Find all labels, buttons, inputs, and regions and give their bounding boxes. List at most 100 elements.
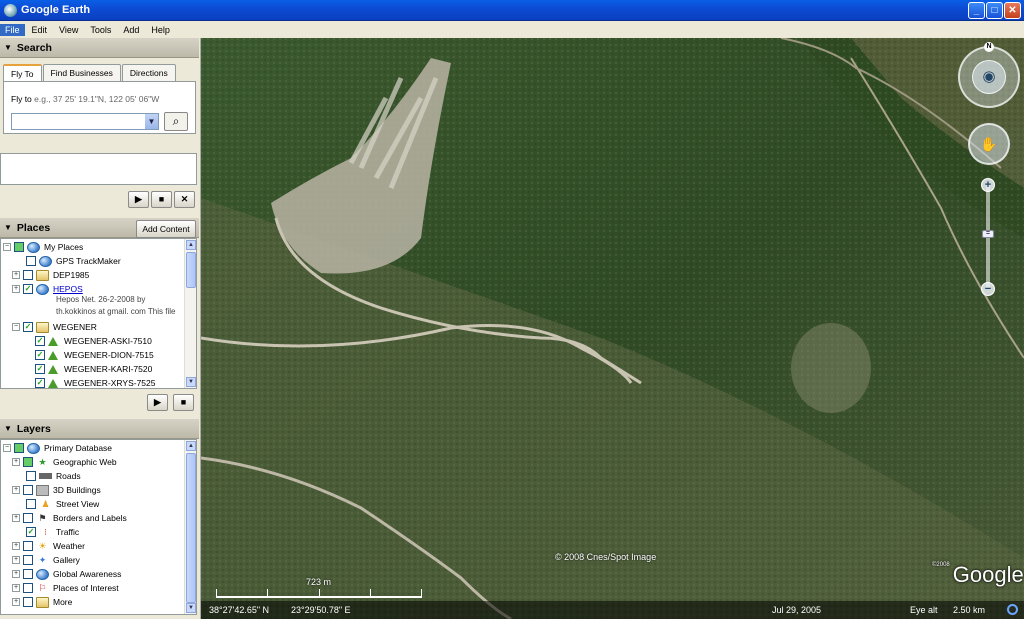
tree-item-gps-trackmaker[interactable]: GPS TrackMaker xyxy=(26,254,121,268)
layer-places-of-interest[interactable]: + ⚐ Places of Interest xyxy=(12,581,119,595)
checkbox[interactable] xyxy=(23,569,33,579)
tree-item-my-places[interactable]: − My Places xyxy=(3,240,83,254)
collapse-icon[interactable]: − xyxy=(12,323,20,331)
expand-icon[interactable]: + xyxy=(12,285,20,293)
checkbox[interactable] xyxy=(23,555,33,565)
expand-icon[interactable]: + xyxy=(12,458,20,466)
layer-borders-labels[interactable]: + ⚑ Borders and Labels xyxy=(12,511,127,525)
tree-item-wegener[interactable]: − ✓ WEGENER xyxy=(12,320,97,334)
layer-traffic[interactable]: ✓ ⁝ Traffic xyxy=(26,525,79,539)
layer-roads[interactable]: Roads xyxy=(26,469,81,483)
search-button[interactable]: ⌕ xyxy=(164,112,188,131)
clear-search-button[interactable]: ✕ xyxy=(174,191,195,208)
checkbox[interactable] xyxy=(14,443,24,453)
collapse-icon[interactable]: − xyxy=(3,243,11,251)
expand-icon[interactable]: + xyxy=(12,598,20,606)
checkbox[interactable]: ✓ xyxy=(35,378,45,388)
expand-icon[interactable]: + xyxy=(12,271,20,279)
checkbox[interactable] xyxy=(23,597,33,607)
add-content-button[interactable]: Add Content xyxy=(136,220,196,238)
dropdown-arrow-icon[interactable]: ▼ xyxy=(145,114,158,129)
layer-more[interactable]: + More xyxy=(12,595,72,609)
checkbox[interactable] xyxy=(23,485,33,495)
layer-global-awareness[interactable]: + Global Awareness xyxy=(12,567,121,581)
look-around-eye-icon[interactable]: ◉ xyxy=(972,60,1006,94)
checkbox[interactable] xyxy=(23,457,33,467)
close-button[interactable]: ✕ xyxy=(1004,2,1021,19)
layer-weather[interactable]: + ☀ Weather xyxy=(12,539,85,553)
menu-view[interactable]: View xyxy=(54,24,83,36)
expand-icon[interactable]: + xyxy=(12,556,20,564)
checkbox[interactable]: ✓ xyxy=(23,322,33,332)
checkbox[interactable]: ✓ xyxy=(26,527,36,537)
tree-item-wegener-aski[interactable]: ✓ WEGENER-ASKI-7510 xyxy=(35,334,152,348)
scroll-up-icon[interactable]: ▲ xyxy=(186,441,196,451)
menu-help[interactable]: Help xyxy=(146,24,175,36)
places-play-button[interactable]: ▶ xyxy=(147,394,168,411)
checkbox[interactable] xyxy=(26,471,36,481)
tree-item-hepos[interactable]: + ✓ HEPOS xyxy=(12,282,83,296)
layer-street-view[interactable]: ♟ Street View xyxy=(26,497,99,511)
tree-item-wegener-dion[interactable]: ✓ WEGENER-DION-7515 xyxy=(35,348,154,362)
layers-panel-header[interactable]: ▼ Layers xyxy=(0,419,199,439)
places-scrollbar[interactable]: ▲ ▼ xyxy=(184,239,196,388)
scroll-up-icon[interactable]: ▲ xyxy=(186,240,196,250)
checkbox[interactable] xyxy=(14,242,24,252)
scroll-down-icon[interactable]: ▼ xyxy=(186,377,196,387)
compass-north-icon[interactable]: N xyxy=(984,42,994,52)
scroll-thumb[interactable] xyxy=(186,252,196,288)
expand-icon[interactable]: + xyxy=(12,570,20,578)
tree-item-dep1985[interactable]: + DEP1985 xyxy=(12,268,89,282)
maximize-button[interactable]: □ xyxy=(986,2,1003,19)
layer-geographic-web[interactable]: + ★ Geographic Web xyxy=(12,455,117,469)
collapse-icon[interactable]: − xyxy=(3,444,11,452)
map-view[interactable]: N ◉ ✋ + = − © 2008 Cnes/Spot Image ©2008… xyxy=(201,38,1024,619)
scroll-thumb[interactable] xyxy=(186,453,196,603)
checkbox[interactable] xyxy=(23,270,33,280)
fly-to-text: Fly to xyxy=(11,94,32,104)
search-panel-header[interactable]: ▼ Search xyxy=(0,38,199,58)
checkbox[interactable] xyxy=(26,256,36,266)
tree-item-link[interactable]: HEPOS xyxy=(53,284,83,294)
expand-icon[interactable]: + xyxy=(12,514,20,522)
play-tour-button[interactable]: ▶ xyxy=(128,191,149,208)
checkbox[interactable] xyxy=(23,583,33,593)
menu-tools[interactable]: Tools xyxy=(85,24,116,36)
layer-primary-database[interactable]: − Primary Database xyxy=(3,441,112,455)
tree-item-wegener-kari[interactable]: ✓ WEGENER-KARI-7520 xyxy=(35,362,152,376)
expand-icon[interactable]: + xyxy=(12,486,20,494)
zoom-slider[interactable]: + = − xyxy=(981,178,995,296)
checkbox[interactable] xyxy=(26,499,36,509)
expand-icon[interactable]: + xyxy=(12,542,20,550)
zoom-out-icon[interactable]: − xyxy=(981,282,995,296)
satellite-imagery[interactable] xyxy=(201,38,1024,619)
checkbox[interactable]: ✓ xyxy=(35,364,45,374)
collapse-triangle-icon[interactable]: ▼ xyxy=(4,43,12,52)
menu-edit[interactable]: Edit xyxy=(27,24,53,36)
zoom-in-icon[interactable]: + xyxy=(981,178,995,192)
scroll-down-icon[interactable]: ▼ xyxy=(186,603,196,613)
places-stop-button[interactable]: ■ xyxy=(173,394,194,411)
layers-scrollbar[interactable]: ▲ ▼ xyxy=(184,440,196,614)
checkbox[interactable]: ✓ xyxy=(23,284,33,294)
stop-button[interactable]: ■ xyxy=(151,191,172,208)
checkbox[interactable] xyxy=(23,541,33,551)
checkbox[interactable] xyxy=(23,513,33,523)
tree-item-wegener-xrys[interactable]: ✓ WEGENER-XRYS-7525 xyxy=(35,376,155,388)
menu-file[interactable]: File xyxy=(0,23,25,36)
layer-gallery[interactable]: + ✦ Gallery xyxy=(12,553,80,567)
layer-3d-buildings[interactable]: + 3D Buildings xyxy=(12,483,101,497)
minimize-button[interactable]: _ xyxy=(968,2,985,19)
checkbox[interactable]: ✓ xyxy=(35,336,45,346)
move-hand-icon[interactable]: ✋ xyxy=(968,123,1010,165)
collapse-triangle-icon[interactable]: ▼ xyxy=(4,424,12,433)
tree-item-label: DEP1985 xyxy=(53,270,90,280)
pegman-icon: ♟ xyxy=(41,498,50,509)
menu-add[interactable]: Add xyxy=(118,24,144,36)
expand-icon[interactable]: + xyxy=(12,584,20,592)
checkbox[interactable]: ✓ xyxy=(35,350,45,360)
fly-to-input[interactable]: ▼ xyxy=(11,113,159,130)
zoom-thumb[interactable]: = xyxy=(982,230,994,238)
collapse-triangle-icon[interactable]: ▼ xyxy=(4,223,12,232)
navigation-ring[interactable]: N ◉ xyxy=(958,42,1020,108)
